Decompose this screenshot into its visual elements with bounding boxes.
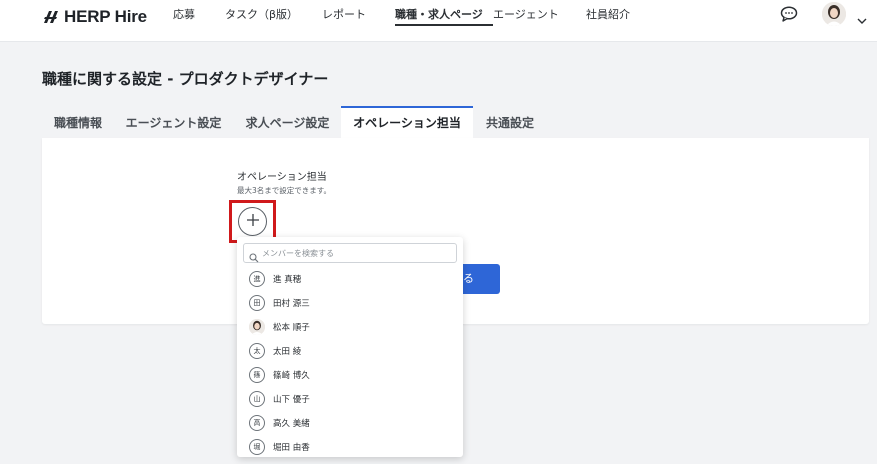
member-avatar: 山 <box>249 391 265 407</box>
member-search-input[interactable]: メンバーを検索する <box>243 243 457 263</box>
tab-job-info[interactable]: 職種情報 <box>42 106 114 138</box>
member-avatar: 太 <box>249 343 265 359</box>
member-name: 田村 源三 <box>273 299 310 309</box>
member-photo-avatar <box>249 319 265 335</box>
herp-logo-icon <box>42 10 60 24</box>
nav-referrals[interactable]: 社員紹介 <box>586 0 656 30</box>
member-avatar: 堀 <box>249 439 265 455</box>
main-navigation: 応募 タスク（β版） レポート 職種・求人ページ エージェント 社員紹介 <box>173 0 656 30</box>
member-dropdown: メンバーを検索する 進 進 真穂 田 田村 源三 松本 順子 太 太田 綾 篠 … <box>237 237 463 457</box>
search-icon <box>249 248 259 263</box>
member-name: 松本 順子 <box>273 323 310 333</box>
tab-job-page-settings[interactable]: 求人ページ設定 <box>239 106 336 138</box>
tab-operation-staff[interactable]: オペレーション担当 <box>341 106 473 138</box>
member-option[interactable]: 高 高久 美緒 <box>249 414 310 432</box>
user-avatar[interactable] <box>822 2 846 26</box>
member-option[interactable]: 進 進 真穂 <box>249 270 301 288</box>
member-option[interactable]: 山 山下 優子 <box>249 390 310 408</box>
member-avatar: 高 <box>249 415 265 431</box>
member-avatar: 篠 <box>249 367 265 383</box>
member-name: 山下 優子 <box>273 395 310 405</box>
nav-reports[interactable]: レポート <box>322 0 395 30</box>
search-placeholder: メンバーを検索する <box>262 249 334 258</box>
tab-agent-settings[interactable]: エージェント設定 <box>114 106 233 138</box>
member-avatar: 田 <box>249 295 265 311</box>
chat-icon[interactable] <box>780 6 798 22</box>
member-name: 太田 綾 <box>273 347 302 357</box>
top-navigation-bar: HERP Hire 応募 タスク（β版） レポート 職種・求人ページ エージェン… <box>0 0 877 42</box>
member-avatar: 進 <box>249 271 265 287</box>
operation-staff-label: オペレーション担当 <box>237 172 327 183</box>
add-member-button[interactable] <box>238 207 267 236</box>
member-option[interactable]: 堀 堀田 由香 <box>249 438 310 456</box>
member-option[interactable]: 篠 篠崎 博久 <box>249 366 310 384</box>
member-name: 篠崎 博久 <box>273 371 310 381</box>
member-name: 堀田 由香 <box>273 443 310 453</box>
chevron-down-icon[interactable] <box>857 10 867 24</box>
member-name: 進 真穂 <box>273 275 302 285</box>
tab-common-settings[interactable]: 共通設定 <box>474 106 546 138</box>
member-option[interactable]: 太 太田 綾 <box>249 342 301 360</box>
plus-icon <box>246 212 260 231</box>
member-option[interactable]: 田 田村 源三 <box>249 294 310 312</box>
operation-staff-help: 最大3名まで設定できます。 <box>237 186 332 195</box>
member-option[interactable]: 松本 順子 <box>249 318 310 336</box>
nav-applications[interactable]: 応募 <box>173 0 225 30</box>
member-name: 高久 美緒 <box>273 419 310 429</box>
nav-tasks[interactable]: タスク（β版） <box>225 0 322 30</box>
nav-agents[interactable]: エージェント <box>493 0 586 30</box>
nav-jobs[interactable]: 職種・求人ページ <box>395 0 493 30</box>
page-title: 職種に関する設定 - プロダクトデザイナー <box>42 70 329 88</box>
brand-name: HERP Hire <box>64 7 147 26</box>
herp-logo[interactable]: HERP Hire <box>42 7 147 27</box>
